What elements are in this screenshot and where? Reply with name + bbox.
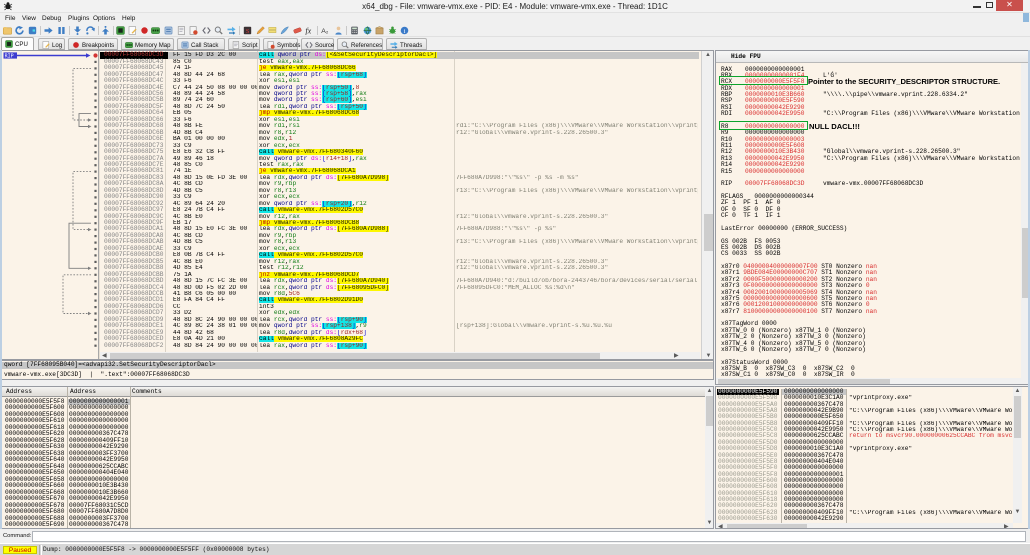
svg-text:A₂: A₂	[321, 28, 329, 35]
svg-text:i: i	[404, 28, 406, 35]
svg-text:fx: fx	[305, 26, 311, 35]
svg-text:S: S	[246, 28, 250, 35]
